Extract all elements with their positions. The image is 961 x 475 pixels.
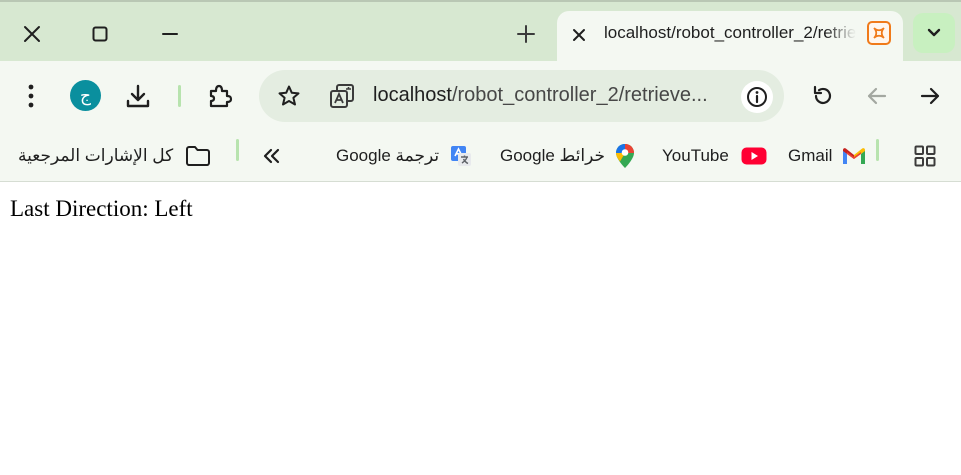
apps-grid-icon — [914, 145, 936, 167]
downloads-button[interactable] — [118, 76, 158, 116]
bookmark-label: خرائط Google — [500, 146, 606, 165]
translate-icon — [330, 84, 354, 108]
arrow-left-icon — [867, 87, 887, 105]
gmail-icon — [842, 147, 866, 165]
last-direction-text: Last Direction: Left — [10, 196, 193, 221]
all-bookmarks-button[interactable]: كل الإشارات المرجعية — [18, 139, 211, 173]
page-content: Last Direction: Left — [0, 183, 961, 475]
bookmark-label: Gmail — [788, 146, 833, 165]
xampp-icon — [867, 21, 891, 45]
tab-title: localhost/robot_controller_2/retrieve — [604, 23, 856, 42]
google-maps-icon — [615, 143, 635, 169]
minimize-icon — [162, 33, 178, 35]
profile-avatar[interactable]: ج — [70, 80, 101, 111]
bookmarks-separator — [876, 139, 879, 161]
youtube-icon — [741, 147, 767, 165]
bookmarks-separator — [236, 139, 239, 161]
window-maximize-button[interactable] — [80, 14, 120, 54]
maximize-icon — [92, 26, 108, 42]
bookmark-label: ترجمة Google — [336, 146, 440, 165]
tab-strip: localhost/robot_controller_2/retrieve — [0, 0, 961, 63]
active-tab[interactable]: localhost/robot_controller_2/retrieve — [557, 11, 903, 63]
new-tab-button[interactable] — [506, 14, 546, 54]
info-icon — [747, 87, 767, 107]
toolbar-separator — [178, 85, 181, 107]
window-minimize-button[interactable] — [150, 14, 190, 54]
bookmark-label: YouTube — [662, 146, 729, 165]
folder-icon — [185, 145, 211, 167]
chevron-down-icon — [927, 28, 941, 37]
bookmark-google-maps[interactable]: خرائط Google — [500, 139, 635, 173]
tab-search-button[interactable] — [913, 13, 955, 53]
tab-close-button[interactable] — [565, 21, 593, 49]
close-icon — [24, 26, 40, 42]
apps-button[interactable] — [910, 139, 940, 173]
address-bar[interactable]: localhost/robot_controller_2/retrieve... — [259, 70, 784, 122]
back-button[interactable] — [857, 76, 897, 116]
bookmark-youtube[interactable]: YouTube — [662, 139, 767, 173]
url-text[interactable]: localhost/robot_controller_2/retrieve... — [373, 84, 735, 107]
bookmarks-overflow-button[interactable] — [261, 139, 283, 173]
url-path: /robot_controller_2/retrieve... — [451, 84, 708, 106]
reload-button[interactable] — [803, 76, 843, 116]
reload-icon — [813, 85, 832, 105]
site-info-button[interactable] — [741, 81, 773, 113]
puzzle-icon — [209, 84, 233, 108]
all-bookmarks-label: كل الإشارات المرجعية — [18, 146, 174, 165]
bookmark-google-translate[interactable]: ترجمة Google — [336, 139, 473, 173]
toolbar: ج localhost/robot_controller_2/retrieve.… — [0, 61, 961, 131]
bookmark-gmail[interactable]: Gmail — [788, 139, 866, 173]
url-host: localhost — [373, 84, 452, 106]
download-icon — [126, 84, 150, 108]
menu-button[interactable] — [11, 76, 51, 116]
more-vertical-icon — [28, 84, 34, 108]
plus-icon — [517, 25, 535, 43]
arrow-right-icon — [920, 87, 940, 105]
profile-initial: ج — [80, 85, 91, 106]
close-icon — [573, 29, 585, 41]
extensions-button[interactable] — [200, 76, 240, 116]
forward-button[interactable] — [910, 76, 950, 116]
chevron-double-left-icon — [263, 148, 280, 164]
translate-button[interactable] — [327, 81, 357, 111]
google-translate-icon — [449, 144, 473, 168]
star-icon — [278, 85, 300, 106]
bookmark-star-button[interactable] — [275, 82, 303, 110]
window-close-button[interactable] — [12, 14, 52, 54]
